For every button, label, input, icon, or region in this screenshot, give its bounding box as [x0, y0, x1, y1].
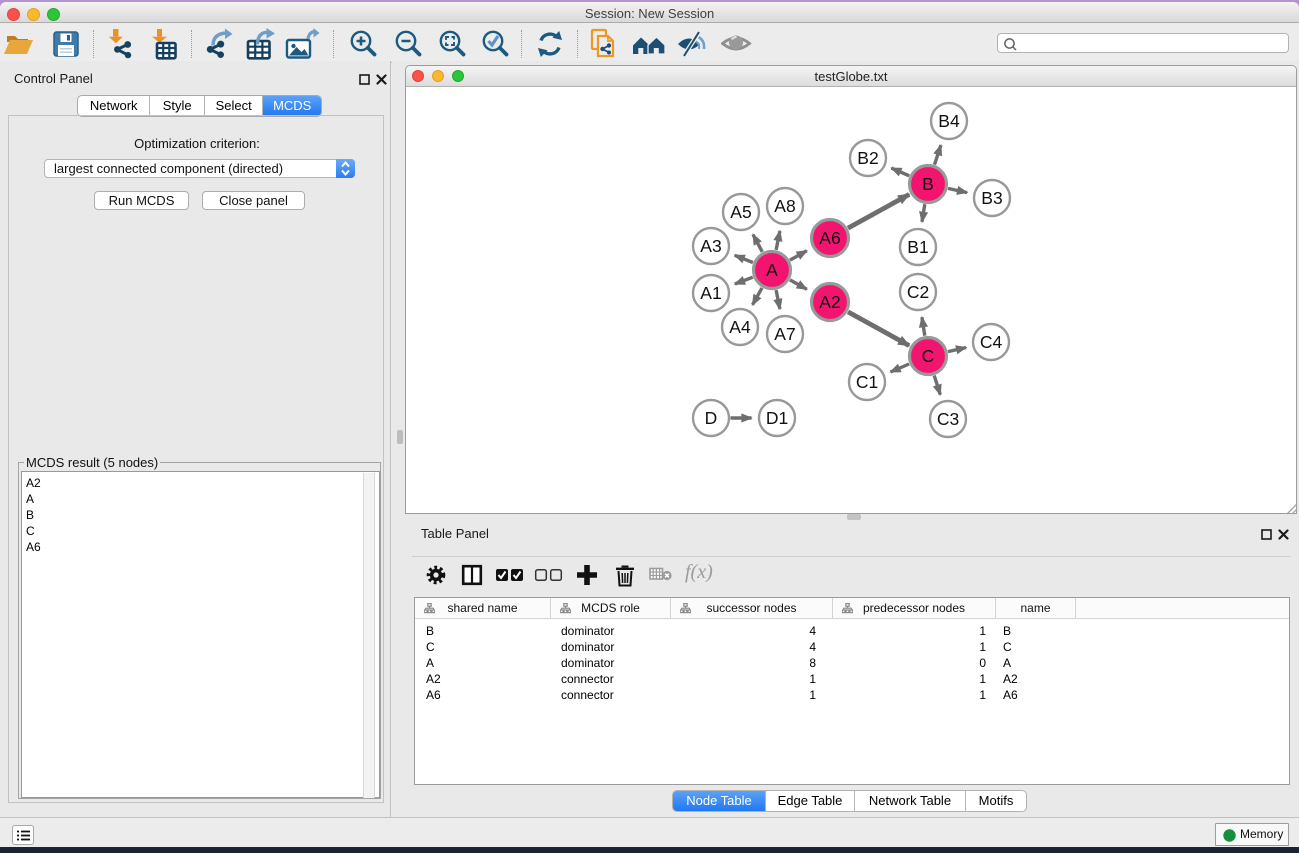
svg-text:A1: A1	[700, 283, 721, 303]
svg-text:C: C	[922, 346, 935, 366]
svg-text:B2: B2	[857, 148, 878, 168]
svg-text:A6: A6	[819, 228, 840, 248]
svg-text:B4: B4	[938, 111, 960, 131]
svg-text:B1: B1	[907, 237, 928, 257]
svg-text:C2: C2	[907, 282, 929, 302]
svg-text:A: A	[766, 260, 778, 280]
svg-text:A7: A7	[774, 324, 795, 344]
svg-text:C4: C4	[980, 332, 1003, 352]
svg-text:D: D	[705, 408, 718, 428]
svg-text:B: B	[922, 174, 934, 194]
svg-text:A5: A5	[730, 202, 751, 222]
svg-text:A8: A8	[774, 196, 795, 216]
svg-text:A3: A3	[700, 236, 721, 256]
svg-text:B3: B3	[981, 188, 1002, 208]
svg-text:C1: C1	[856, 372, 878, 392]
svg-text:D1: D1	[766, 408, 788, 428]
svg-text:A2: A2	[819, 292, 840, 312]
svg-text:C3: C3	[937, 409, 959, 429]
svg-text:A4: A4	[729, 317, 751, 337]
